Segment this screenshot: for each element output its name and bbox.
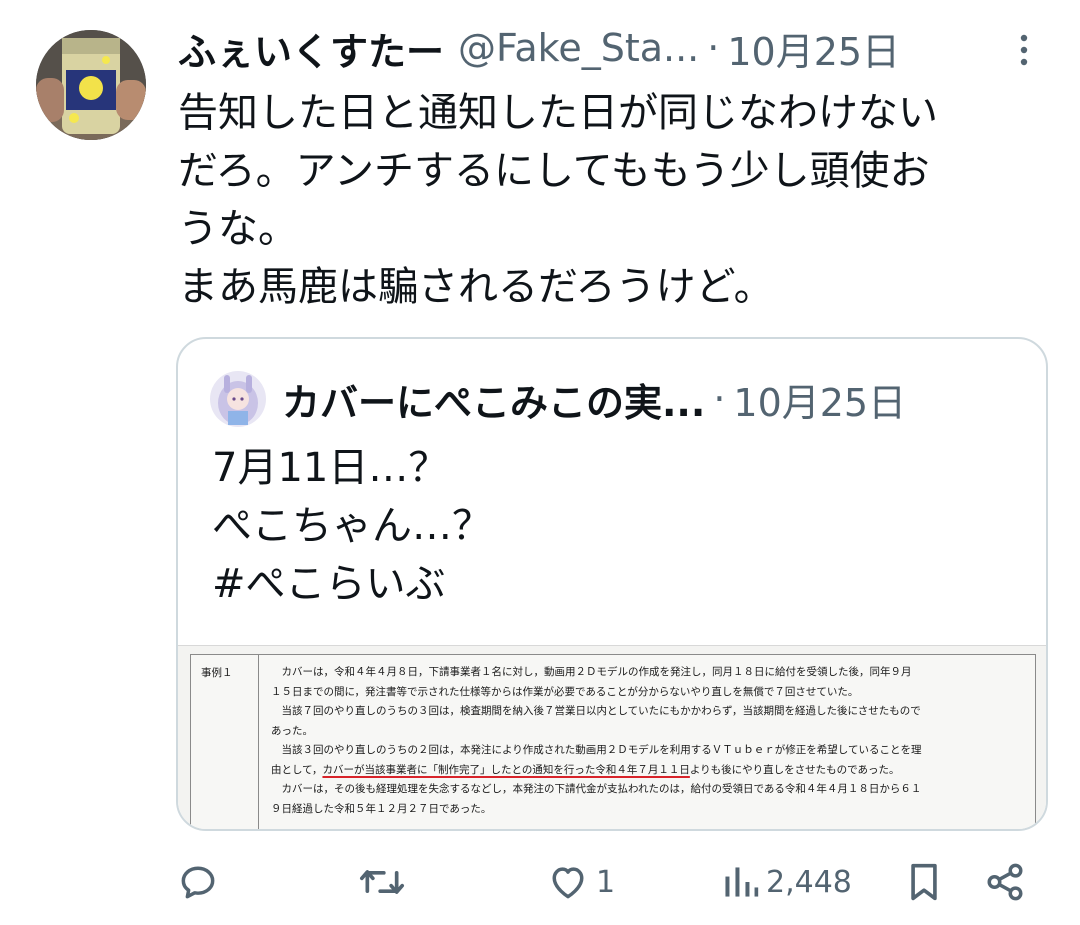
tweet-text-line: まあ馬鹿は騙されるだろうけど。 <box>178 264 774 310</box>
bookmark-button[interactable] <box>904 852 944 912</box>
quoted-text-line: 7月11日…？ <box>212 445 449 491</box>
avatar-image <box>36 30 146 140</box>
quoted-header: カバーにぺこみこの実... · 10月25日 <box>282 369 906 429</box>
tweet-text-line: 告知した日と通知した日が同じなわけない <box>178 90 938 136</box>
quoted-text-line: ぺこちゃん…？ <box>212 503 492 549</box>
tweet-text-line: うな。 <box>178 206 298 252</box>
document-line-end: よりも後にやり直しをさせたものであった。 <box>689 763 900 776</box>
retweet-button[interactable] <box>358 852 412 912</box>
document-image[interactable]: 事例１ カバーは，令和４年４月８日，下請事業者１名に対し，動画用２Ｄモデルの作成… <box>178 645 1046 829</box>
document-table: 事例１ カバーは，令和４年４月８日，下請事業者１名に対し，動画用２Ｄモデルの作成… <box>190 654 1036 829</box>
document-line: １５日までの間に，発注書等で示された仕様等からは作業が必要であることが分からない… <box>271 685 859 698</box>
views-count: 2,448 <box>766 864 852 900</box>
tweet-text: 告知した日と通知した日が同じなわけない だろ。アンチするにしてももう少し頭使お … <box>178 84 1038 316</box>
document-line: あった。 <box>271 724 313 737</box>
like-count: 1 <box>596 864 616 900</box>
document-line: カバーは，その後も経理処理を失念するなどし，本発注の下請代金が支払われたのは，給… <box>271 783 922 795</box>
quoted-text-line: #ぺこらいぶ <box>212 561 446 607</box>
action-bar: 1 2,448 <box>0 852 1080 912</box>
more-icon[interactable] <box>1012 30 1036 70</box>
quoted-avatar-image <box>210 371 266 427</box>
quoted-text: 7月11日…？ ぺこちゃん…？ #ぺこらいぶ <box>212 439 492 613</box>
views-icon <box>725 867 759 897</box>
share-button[interactable] <box>984 852 1026 912</box>
tweet-text-line: だろ。アンチするにしてももう少し頭使お <box>178 148 930 194</box>
separator-dot: · <box>713 377 726 421</box>
quoted-avatar[interactable] <box>210 371 266 427</box>
document-body: カバーは，令和４年４月８日，下請事業者１名に対し，動画用２Ｄモデルの作成を発注し… <box>271 663 1027 819</box>
bookmark-icon <box>911 863 937 901</box>
like-button[interactable]: 1 <box>546 852 615 912</box>
document-line: 当該３回のやり直しのうちの２回は，本発注により作成された動画用２Ｄモデルを利用す… <box>271 744 922 756</box>
quoted-date[interactable]: 10月25日 <box>733 372 906 427</box>
tweet-header: ふぇいくすたー @Fake_Sta... · 10月25日 <box>178 22 1038 74</box>
quoted-display-name[interactable]: カバーにぺこみこの実... <box>282 372 705 427</box>
user-handle[interactable]: @Fake_Sta... <box>458 26 699 70</box>
reply-icon <box>181 866 215 899</box>
document-line: ９日経過した令和５年１２月２７日であった。 <box>271 802 492 815</box>
display-name[interactable]: ふぇいくすたー <box>178 21 444 76</box>
document-line: カバーは，令和４年４月８日，下請事業者１名に対し，動画用２Ｄモデルの作成を発注し… <box>271 666 912 678</box>
reply-button[interactable] <box>176 852 226 912</box>
avatar[interactable] <box>36 30 146 140</box>
document-line: 当該７回のやり直しのうちの３回は，検査期間を納入後７営業日以内としていたにもかか… <box>271 705 921 717</box>
views-button[interactable]: 2,448 <box>720 852 852 912</box>
quoted-tweet[interactable]: カバーにぺこみこの実... · 10月25日 7月11日…？ ぺこちゃん…？ #… <box>176 337 1048 831</box>
document-underlined-text: カバーが当該事業者に「制作完了」したとの通知を行った令和４年７月１１日 <box>322 763 690 776</box>
share-icon <box>987 863 1023 901</box>
tweet-date[interactable]: 10月25日 <box>727 21 900 76</box>
heart-icon <box>552 867 584 899</box>
document-line-start: 由として， <box>271 763 323 776</box>
retweet-icon <box>360 870 404 894</box>
document-line: 由として，カバーが当該事業者に「制作完了」したとの通知を行った令和４年７月１１日… <box>271 761 1027 781</box>
separator-dot: · <box>707 26 720 70</box>
document-label: 事例１ <box>191 655 259 829</box>
